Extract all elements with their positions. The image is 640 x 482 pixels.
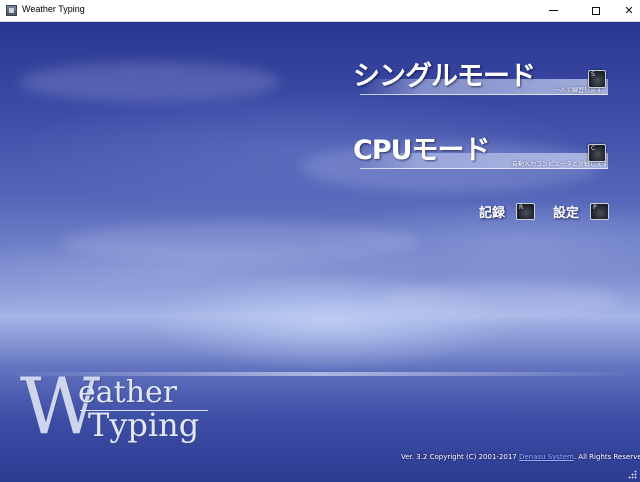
single-mode-key-icon[interactable]: S (588, 70, 606, 88)
cpu-mode-key-icon[interactable]: C (588, 144, 606, 162)
app-icon[interactable] (6, 5, 17, 16)
single-mode-label: シングルモード (353, 61, 536, 92)
copyright-text: Ver. 3.2 Copyright (C) 2001-2017 (401, 453, 519, 461)
record-button[interactable]: 記録 R (476, 200, 538, 222)
settings-key-icon[interactable]: P (590, 203, 609, 220)
close-icon: ✕ (624, 4, 634, 17)
cloud-decoration (380, 282, 620, 318)
company-link[interactable]: Denasu System (519, 453, 574, 461)
copyright-footer: Ver. 3.2 Copyright (C) 2001-2017 Denasu … (401, 453, 640, 461)
record-key-icon[interactable]: R (516, 203, 535, 220)
logo-weather-text: eather (78, 375, 178, 410)
copyright-suffix: . All Rights Reserved. (573, 453, 640, 461)
main-screen: シングルモード 一人で練習します S CPUモード 自動入力コンピュータと対戦し… (0, 22, 640, 482)
close-button[interactable]: ✕ (612, 0, 640, 21)
settings-key-label: P (593, 204, 597, 211)
single-mode-button[interactable]: シングルモード 一人で練習します S (350, 52, 615, 102)
record-key-label: R (519, 204, 524, 211)
title-bar[interactable]: Weather Typing ✕ (0, 0, 640, 22)
window-title: Weather Typing (22, 4, 85, 14)
minimize-button[interactable] (536, 0, 570, 21)
cpu-mode-label: CPUモード (353, 135, 491, 166)
cpu-mode-button[interactable]: CPUモード 自動入力コンピュータと対戦します C (350, 126, 615, 176)
single-mode-key-label: S (591, 71, 595, 78)
record-label: 記録 (479, 206, 506, 221)
cloud-decoration (20, 62, 280, 102)
settings-label: 設定 (553, 206, 580, 221)
logo-typing-text: Typing (88, 406, 200, 444)
resize-grip[interactable] (628, 470, 638, 480)
cloud-decoration (60, 222, 420, 262)
minimize-icon (548, 10, 558, 11)
cpu-mode-key-label: C (591, 145, 596, 152)
settings-button[interactable]: 設定 P (550, 200, 612, 222)
maximize-button[interactable] (579, 0, 613, 21)
maximize-icon (592, 6, 600, 15)
